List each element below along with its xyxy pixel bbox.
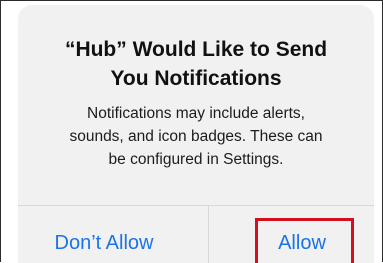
alert-message-line-3: be configured in Settings. [108, 151, 284, 168]
alert-title-line-1: “Hub” Would Like to Send [64, 38, 328, 61]
notification-permission-alert: “Hub” Would Like to Send You Notificatio… [18, 5, 374, 263]
alert-title: “Hub” Would Like to Send You Notificatio… [18, 35, 374, 93]
allow-button[interactable]: Allow [224, 227, 374, 259]
screenshot-frame: “Hub” Would Like to Send You Notificatio… [0, 0, 383, 263]
alert-message-line-1: Notifications may include alerts, [87, 105, 305, 122]
alert-title-line-2: You Notifications [110, 67, 282, 90]
alert-message-line-2: sounds, and icon badges. These can [69, 128, 323, 145]
dont-allow-button[interactable]: Don’t Allow [18, 227, 190, 259]
alert-message: Notifications may include alerts, sounds… [18, 102, 374, 171]
button-separator [208, 206, 209, 263]
button-row-divider [18, 205, 374, 206]
